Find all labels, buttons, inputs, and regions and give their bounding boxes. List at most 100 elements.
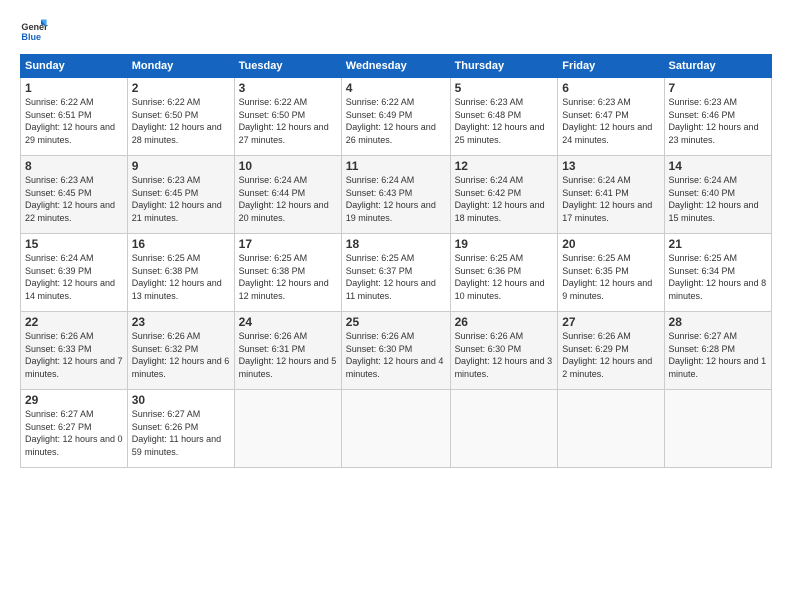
calendar-cell: 28Sunrise: 6:27 AMSunset: 6:28 PMDayligh… [664,312,771,390]
day-info: Sunrise: 6:27 AMSunset: 6:27 PMDaylight:… [25,408,123,458]
col-saturday: Saturday [664,55,771,78]
day-info: Sunrise: 6:27 AMSunset: 6:26 PMDaylight:… [132,408,230,458]
day-number: 14 [669,159,767,173]
day-number: 10 [239,159,337,173]
calendar-cell: 24Sunrise: 6:26 AMSunset: 6:31 PMDayligh… [234,312,341,390]
calendar-cell: 11Sunrise: 6:24 AMSunset: 6:43 PMDayligh… [341,156,450,234]
calendar-cell: 9Sunrise: 6:23 AMSunset: 6:45 PMDaylight… [127,156,234,234]
calendar-cell: 15Sunrise: 6:24 AMSunset: 6:39 PMDayligh… [21,234,128,312]
calendar-cell: 6Sunrise: 6:23 AMSunset: 6:47 PMDaylight… [558,78,664,156]
col-tuesday: Tuesday [234,55,341,78]
day-number: 27 [562,315,659,329]
calendar-cell: 16Sunrise: 6:25 AMSunset: 6:38 PMDayligh… [127,234,234,312]
calendar-cell: 5Sunrise: 6:23 AMSunset: 6:48 PMDaylight… [450,78,558,156]
calendar-cell: 19Sunrise: 6:25 AMSunset: 6:36 PMDayligh… [450,234,558,312]
col-monday: Monday [127,55,234,78]
calendar-cell [558,390,664,468]
day-info: Sunrise: 6:23 AMSunset: 6:45 PMDaylight:… [25,174,123,224]
day-info: Sunrise: 6:25 AMSunset: 6:37 PMDaylight:… [346,252,446,302]
calendar-cell: 14Sunrise: 6:24 AMSunset: 6:40 PMDayligh… [664,156,771,234]
day-number: 2 [132,81,230,95]
week-row-3: 15Sunrise: 6:24 AMSunset: 6:39 PMDayligh… [21,234,772,312]
calendar-cell: 2Sunrise: 6:22 AMSunset: 6:50 PMDaylight… [127,78,234,156]
day-number: 18 [346,237,446,251]
calendar-cell: 21Sunrise: 6:25 AMSunset: 6:34 PMDayligh… [664,234,771,312]
calendar-cell [664,390,771,468]
day-info: Sunrise: 6:26 AMSunset: 6:31 PMDaylight:… [239,330,337,380]
day-info: Sunrise: 6:23 AMSunset: 6:45 PMDaylight:… [132,174,230,224]
col-wednesday: Wednesday [341,55,450,78]
week-row-4: 22Sunrise: 6:26 AMSunset: 6:33 PMDayligh… [21,312,772,390]
day-info: Sunrise: 6:25 AMSunset: 6:35 PMDaylight:… [562,252,659,302]
col-thursday: Thursday [450,55,558,78]
day-info: Sunrise: 6:25 AMSunset: 6:38 PMDaylight:… [132,252,230,302]
calendar-cell [341,390,450,468]
calendar-cell: 23Sunrise: 6:26 AMSunset: 6:32 PMDayligh… [127,312,234,390]
day-info: Sunrise: 6:26 AMSunset: 6:29 PMDaylight:… [562,330,659,380]
day-number: 25 [346,315,446,329]
week-row-2: 8Sunrise: 6:23 AMSunset: 6:45 PMDaylight… [21,156,772,234]
calendar-cell: 8Sunrise: 6:23 AMSunset: 6:45 PMDaylight… [21,156,128,234]
day-info: Sunrise: 6:25 AMSunset: 6:34 PMDaylight:… [669,252,767,302]
day-info: Sunrise: 6:26 AMSunset: 6:30 PMDaylight:… [455,330,554,380]
calendar-cell: 3Sunrise: 6:22 AMSunset: 6:50 PMDaylight… [234,78,341,156]
day-info: Sunrise: 6:24 AMSunset: 6:39 PMDaylight:… [25,252,123,302]
day-number: 4 [346,81,446,95]
calendar-table: Sunday Monday Tuesday Wednesday Thursday… [20,54,772,468]
day-number: 7 [669,81,767,95]
header-row: Sunday Monday Tuesday Wednesday Thursday… [21,55,772,78]
calendar-cell: 1Sunrise: 6:22 AMSunset: 6:51 PMDaylight… [21,78,128,156]
day-info: Sunrise: 6:26 AMSunset: 6:32 PMDaylight:… [132,330,230,380]
day-info: Sunrise: 6:24 AMSunset: 6:44 PMDaylight:… [239,174,337,224]
calendar-cell: 25Sunrise: 6:26 AMSunset: 6:30 PMDayligh… [341,312,450,390]
day-number: 12 [455,159,554,173]
day-info: Sunrise: 6:23 AMSunset: 6:46 PMDaylight:… [669,96,767,146]
calendar-cell: 18Sunrise: 6:25 AMSunset: 6:37 PMDayligh… [341,234,450,312]
page-header: General Blue [20,16,772,44]
week-row-1: 1Sunrise: 6:22 AMSunset: 6:51 PMDaylight… [21,78,772,156]
calendar-cell: 12Sunrise: 6:24 AMSunset: 6:42 PMDayligh… [450,156,558,234]
day-number: 11 [346,159,446,173]
calendar-cell: 17Sunrise: 6:25 AMSunset: 6:38 PMDayligh… [234,234,341,312]
day-number: 24 [239,315,337,329]
day-number: 29 [25,393,123,407]
day-number: 28 [669,315,767,329]
calendar-cell: 20Sunrise: 6:25 AMSunset: 6:35 PMDayligh… [558,234,664,312]
day-number: 5 [455,81,554,95]
logo-icon: General Blue [20,16,48,44]
day-number: 19 [455,237,554,251]
day-info: Sunrise: 6:23 AMSunset: 6:47 PMDaylight:… [562,96,659,146]
day-number: 16 [132,237,230,251]
day-number: 9 [132,159,230,173]
calendar-cell: 27Sunrise: 6:26 AMSunset: 6:29 PMDayligh… [558,312,664,390]
day-number: 20 [562,237,659,251]
day-number: 21 [669,237,767,251]
calendar-cell: 29Sunrise: 6:27 AMSunset: 6:27 PMDayligh… [21,390,128,468]
calendar-cell: 30Sunrise: 6:27 AMSunset: 6:26 PMDayligh… [127,390,234,468]
day-info: Sunrise: 6:24 AMSunset: 6:43 PMDaylight:… [346,174,446,224]
day-info: Sunrise: 6:26 AMSunset: 6:33 PMDaylight:… [25,330,123,380]
day-number: 6 [562,81,659,95]
day-info: Sunrise: 6:23 AMSunset: 6:48 PMDaylight:… [455,96,554,146]
day-info: Sunrise: 6:25 AMSunset: 6:36 PMDaylight:… [455,252,554,302]
day-number: 22 [25,315,123,329]
day-info: Sunrise: 6:22 AMSunset: 6:50 PMDaylight:… [239,96,337,146]
day-number: 3 [239,81,337,95]
day-number: 23 [132,315,230,329]
calendar-cell: 22Sunrise: 6:26 AMSunset: 6:33 PMDayligh… [21,312,128,390]
day-info: Sunrise: 6:24 AMSunset: 6:40 PMDaylight:… [669,174,767,224]
logo: General Blue [20,16,48,44]
col-sunday: Sunday [21,55,128,78]
day-info: Sunrise: 6:26 AMSunset: 6:30 PMDaylight:… [346,330,446,380]
day-number: 15 [25,237,123,251]
day-info: Sunrise: 6:24 AMSunset: 6:42 PMDaylight:… [455,174,554,224]
col-friday: Friday [558,55,664,78]
day-number: 26 [455,315,554,329]
day-number: 30 [132,393,230,407]
calendar-cell [450,390,558,468]
svg-text:Blue: Blue [21,32,41,42]
day-number: 13 [562,159,659,173]
day-info: Sunrise: 6:27 AMSunset: 6:28 PMDaylight:… [669,330,767,380]
calendar-cell: 10Sunrise: 6:24 AMSunset: 6:44 PMDayligh… [234,156,341,234]
day-info: Sunrise: 6:22 AMSunset: 6:51 PMDaylight:… [25,96,123,146]
